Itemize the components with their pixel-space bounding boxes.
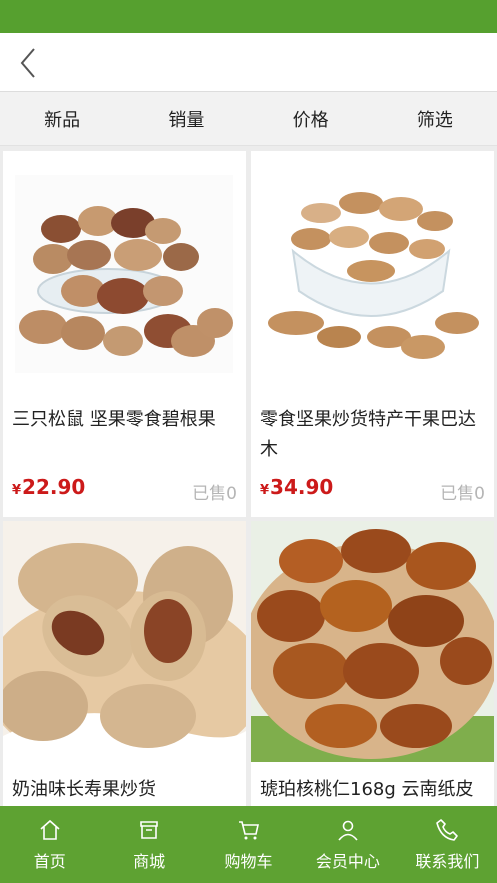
- store-icon: [140, 820, 158, 839]
- bottom-tab-bar: 首页 商城 购物车 会员中心 联系我们: [0, 806, 497, 883]
- sort-bar: 新品 销量 价格 筛选: [0, 92, 497, 146]
- tab-store[interactable]: 商城: [99, 806, 198, 883]
- user-icon: [338, 820, 358, 841]
- product-image-almonds[interactable]: [251, 151, 494, 392]
- back-button[interactable]: [10, 43, 46, 83]
- tab-contact-us[interactable]: 联系我们: [398, 806, 497, 883]
- phone-icon: [436, 818, 459, 841]
- product-image-pecans[interactable]: [3, 151, 246, 392]
- product-image-pecans-plate[interactable]: [3, 521, 246, 762]
- product-title[interactable]: 琥珀核桃仁168g 云南纸皮: [260, 775, 486, 805]
- status-bar: [0, 0, 497, 33]
- sort-tab-price[interactable]: 价格: [249, 92, 373, 145]
- tab-label: 商城: [133, 851, 166, 871]
- sort-tab-sales[interactable]: 销量: [124, 92, 248, 145]
- tab-cart[interactable]: 购物车: [199, 806, 298, 883]
- product-title[interactable]: 三只松鼠 坚果零食碧根果: [12, 405, 238, 435]
- tab-home[interactable]: 首页: [0, 806, 99, 883]
- chevron-left-icon: [20, 48, 35, 78]
- cart-icon: [238, 820, 259, 839]
- product-card[interactable]: 琥珀核桃仁168g 云南纸皮: [251, 521, 494, 806]
- product-card[interactable]: 零食坚果炒货特产干果巴达木 ¥34.90 已售0: [251, 151, 494, 517]
- sort-tab-filter[interactable]: 筛选: [373, 92, 497, 145]
- product-sold-count: 已售0: [440, 484, 485, 504]
- product-image-walnuts[interactable]: [251, 521, 494, 762]
- product-title[interactable]: 奶油味长寿果炒货: [12, 775, 238, 805]
- home-icon: [40, 819, 60, 840]
- tab-member-center[interactable]: 会员中心: [298, 806, 397, 883]
- tab-label: 会员中心: [315, 851, 380, 871]
- sort-tab-new[interactable]: 新品: [0, 92, 124, 145]
- product-grid: 三只松鼠 坚果零食碧根果 ¥22.90 已售0 零食坚果炒货特产干果巴达木 ¥3…: [0, 146, 497, 806]
- product-card[interactable]: 奶油味长寿果炒货: [3, 521, 246, 806]
- tab-label: 首页: [33, 851, 66, 871]
- product-price: ¥22.90: [12, 475, 86, 499]
- product-card[interactable]: 三只松鼠 坚果零食碧根果 ¥22.90 已售0: [3, 151, 246, 517]
- product-price: ¥34.90: [260, 475, 334, 499]
- tab-label: 联系我们: [415, 851, 480, 871]
- tab-label: 购物车: [224, 851, 273, 871]
- product-title[interactable]: 零食坚果炒货特产干果巴达木: [260, 405, 486, 465]
- product-sold-count: 已售0: [192, 484, 237, 504]
- nav-bar: [0, 33, 497, 92]
